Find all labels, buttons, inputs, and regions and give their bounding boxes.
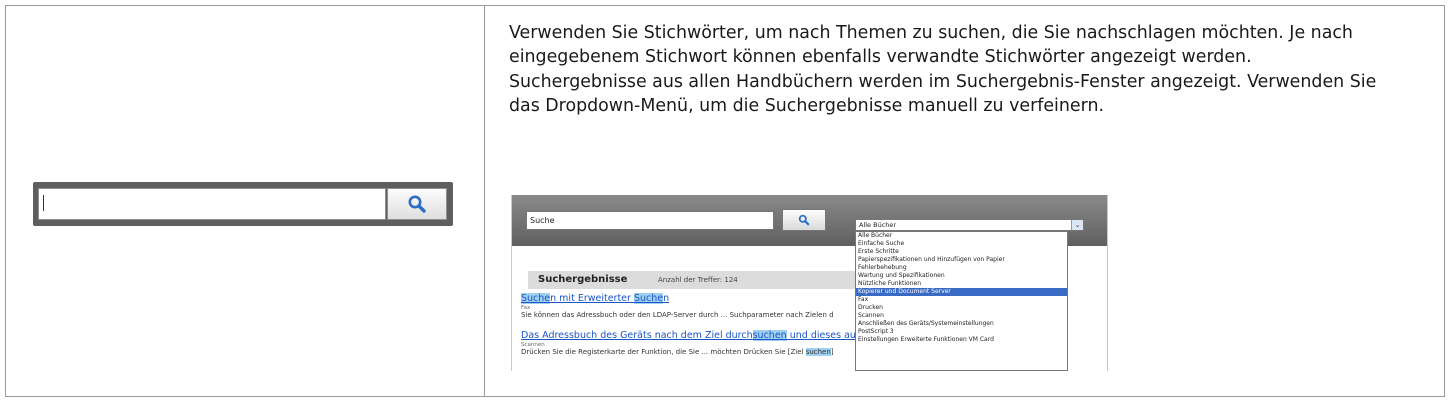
dropdown-option: Einstellungen Erweiterte Funktionen VM C… — [858, 336, 994, 343]
dropdown-option: Einfache Suche — [858, 240, 905, 247]
dropdown-option: Drucken — [858, 304, 883, 311]
result-item: Das Adressbuch des Geräts nach dem Ziel … — [521, 330, 875, 357]
screenshot-book-select: Alle Bücher ⌄ — [855, 219, 1084, 231]
search-icon — [408, 195, 426, 213]
screenshot-select-value: Alle Bücher — [859, 221, 897, 229]
screenshot-search-input: Suche — [526, 211, 774, 230]
results-header: Suchergebnisse Anzahl der Treffer: 124 — [528, 271, 868, 289]
result-link: Suchen mit Erweiterter Suchen — [521, 293, 670, 304]
dropdown-option: Anschließen des Geräts/Systemeinstellung… — [858, 320, 994, 327]
search-icon — [798, 214, 810, 226]
description-paragraph: Verwenden Sie Stichwörter, um nach Theme… — [509, 23, 1353, 68]
dropdown-option: Fehlerbehebung — [858, 264, 907, 271]
dropdown-option: Papierspezifikationen und Hinzufügen von… — [858, 256, 1005, 263]
search-widget-cell — [6, 6, 484, 396]
results-title: Suchergebnisse — [538, 274, 628, 285]
search-input[interactable] — [38, 188, 386, 220]
screenshot-dropdown-list: Alle Bücher Einfache Suche Erste Schritte P… — [855, 231, 1068, 371]
dropdown-option: Erste Schritte — [858, 248, 899, 255]
dropdown-option: PostScript 3 — [858, 328, 894, 335]
results-count: Anzahl der Treffer: 124 — [658, 276, 738, 284]
feature-table: Verwenden Sie Stichwörter, um nach Theme… — [5, 5, 1445, 397]
dropdown-option: Scannen — [858, 312, 884, 319]
dropdown-option: Nützliche Funktionen — [858, 280, 922, 287]
result-snippet: Sie können das Adressbuch oder den LDAP-… — [521, 311, 834, 319]
text-cursor — [43, 195, 44, 211]
description-cell: Verwenden Sie Stichwörter, um nach Theme… — [485, 6, 1444, 396]
dropdown-option: Wartung und Spezifikationen — [858, 272, 945, 279]
dropdown-option: Kopierer und Document Server — [856, 288, 1067, 296]
result-item: Suchen mit Erweiterter Suchen Fax Sie kö… — [521, 293, 861, 320]
description-paragraph: Suchergebnisse aus allen Handbüchern wer… — [509, 71, 1377, 116]
search-results-screenshot: Suche Alle Bücher ⌄ Suchergebnisse Anzah… — [511, 195, 1108, 371]
description-text: Verwenden Sie Stichwörter, um nach Theme… — [509, 21, 1409, 118]
chevron-down-icon: ⌄ — [1071, 220, 1083, 230]
dropdown-option: Alle Bücher — [858, 232, 893, 239]
search-bar — [33, 182, 453, 226]
screenshot-search-button — [782, 209, 826, 231]
dropdown-option: Fax — [858, 296, 869, 303]
result-link: Das Adressbuch des Geräts nach dem Ziel … — [521, 330, 875, 341]
result-snippet: Drücken Sie die Registerkarte der Funkti… — [521, 348, 834, 356]
search-button[interactable] — [387, 188, 447, 220]
